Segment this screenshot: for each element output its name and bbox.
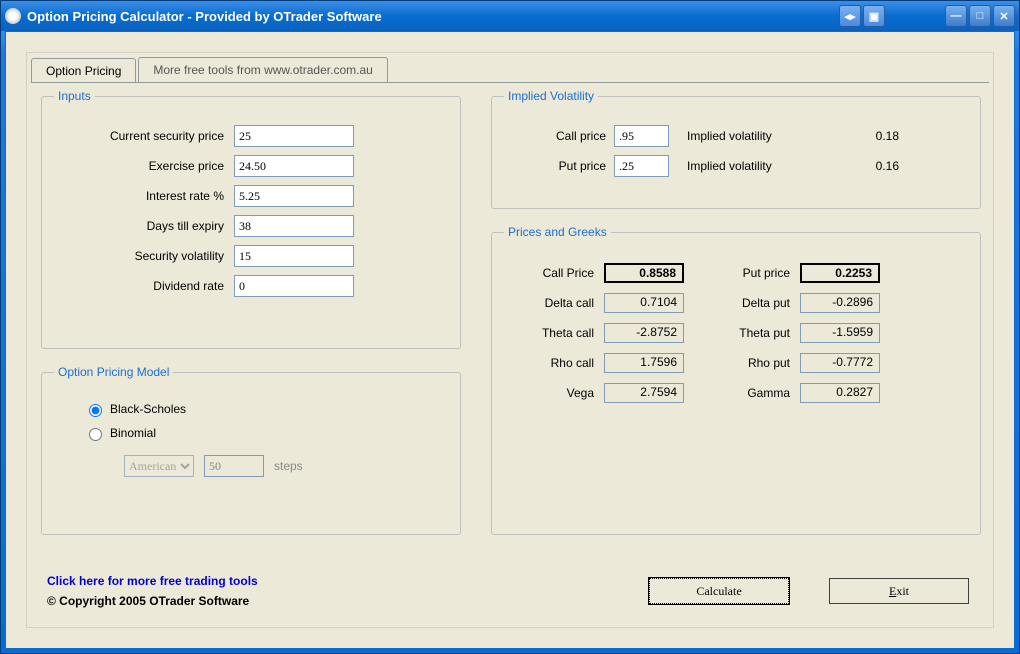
link-more-tools[interactable]: Click here for more free trading tools [47, 574, 258, 588]
greek-label-right: Rho put [700, 356, 800, 370]
greek-value-right: 0.2253 [800, 263, 880, 283]
greek-label-left: Vega [504, 386, 604, 400]
tab-more-tools[interactable]: More free tools from www.otrader.com.au [138, 57, 387, 82]
iv-legend: Implied Volatility [504, 89, 598, 103]
greek-row: Theta call-2.8752 Theta put-1.5959 [504, 323, 968, 343]
greek-value-right: 0.2827 [800, 383, 880, 403]
titlebar-extra-button-1[interactable]: ◂▸ [839, 5, 861, 27]
main-panel: Option Pricing More free tools from www.… [26, 52, 994, 628]
tab-content: Inputs Current security price Exercise p… [31, 82, 989, 622]
input-volatility[interactable] [234, 245, 354, 267]
input-steps [204, 455, 264, 477]
label-call-price-iv: Call price [504, 129, 614, 143]
greek-row: Delta call0.7104 Delta put-0.2896 [504, 293, 968, 313]
input-interest-rate[interactable] [234, 185, 354, 207]
greek-value-left: 0.8588 [604, 263, 684, 283]
label-current-price: Current security price [54, 129, 234, 143]
greek-value-right: -1.5959 [800, 323, 880, 343]
app-window: Option Pricing Calculator - Provided by … [0, 0, 1020, 654]
model-legend: Option Pricing Model [54, 365, 173, 379]
client-area: Option Pricing More free tools from www.… [5, 31, 1015, 649]
greek-label-right: Delta put [700, 296, 800, 310]
label-call-iv-result: Implied volatility [669, 129, 839, 143]
titlebar: Option Pricing Calculator - Provided by … [1, 1, 1019, 31]
value-call-iv: 0.18 [839, 129, 899, 143]
radio-binomial[interactable] [89, 428, 102, 441]
exit-button[interactable]: Exit [829, 578, 969, 604]
close-button[interactable]: ✕ [993, 5, 1015, 27]
input-current-price[interactable] [234, 125, 354, 147]
greek-label-right: Theta put [700, 326, 800, 340]
titlebar-extra-button-2[interactable]: ▣ [863, 5, 885, 27]
input-days-expiry[interactable] [234, 215, 354, 237]
maximize-button[interactable]: □ [969, 5, 991, 27]
greek-value-left: 1.7596 [604, 353, 684, 373]
greek-value-right: -0.7772 [800, 353, 880, 373]
label-interest-rate: Interest rate % [54, 189, 234, 203]
tab-option-pricing[interactable]: Option Pricing [31, 58, 136, 83]
label-dividend: Dividend rate [54, 279, 234, 293]
label-black-scholes: Black-Scholes [110, 402, 186, 416]
greek-label-right: Gamma [700, 386, 800, 400]
inputs-group: Inputs Current security price Exercise p… [41, 89, 461, 349]
input-exercise-price[interactable] [234, 155, 354, 177]
greek-row: Rho call1.7596 Rho put-0.7772 [504, 353, 968, 373]
greeks-group: Prices and Greeks Call Price0.8588 Put pr… [491, 225, 981, 535]
copyright-text: © Copyright 2005 OTrader Software [47, 594, 258, 608]
greek-value-left: -2.8752 [604, 323, 684, 343]
greek-label-right: Put price [700, 266, 800, 280]
app-icon [5, 8, 21, 24]
tab-strip: Option Pricing More free tools from www.… [27, 53, 993, 82]
iv-group: Implied Volatility Call price Implied vo… [491, 89, 981, 209]
greek-label-left: Theta call [504, 326, 604, 340]
label-days-expiry: Days till expiry [54, 219, 234, 233]
radio-black-scholes[interactable] [89, 404, 102, 417]
minimize-button[interactable]: — [945, 5, 967, 27]
label-exercise-price: Exercise price [54, 159, 234, 173]
model-group: Option Pricing Model Black-Scholes Binom… [41, 365, 461, 535]
input-put-price-iv[interactable] [614, 155, 669, 177]
greeks-legend: Prices and Greeks [504, 225, 611, 239]
greek-row: Vega2.7594 Gamma0.2827 [504, 383, 968, 403]
greek-value-left: 2.7594 [604, 383, 684, 403]
greek-value-right: -0.2896 [800, 293, 880, 313]
select-binomial-type: American [124, 455, 194, 477]
inputs-legend: Inputs [54, 89, 95, 103]
greek-value-left: 0.7104 [604, 293, 684, 313]
calculate-button[interactable]: Calculate [649, 578, 789, 604]
label-put-price-iv: Put price [504, 159, 614, 173]
label-put-iv-result: Implied volatility [669, 159, 839, 173]
value-put-iv: 0.16 [839, 159, 899, 173]
input-dividend[interactable] [234, 275, 354, 297]
greek-label-left: Rho call [504, 356, 604, 370]
greek-label-left: Delta call [504, 296, 604, 310]
label-binomial: Binomial [110, 426, 156, 440]
input-call-price-iv[interactable] [614, 125, 669, 147]
window-title: Option Pricing Calculator - Provided by … [27, 9, 839, 24]
label-volatility: Security volatility [54, 249, 234, 263]
greek-label-left: Call Price [504, 266, 604, 280]
greek-row: Call Price0.8588 Put price0.2253 [504, 263, 968, 283]
label-steps: steps [274, 459, 303, 473]
